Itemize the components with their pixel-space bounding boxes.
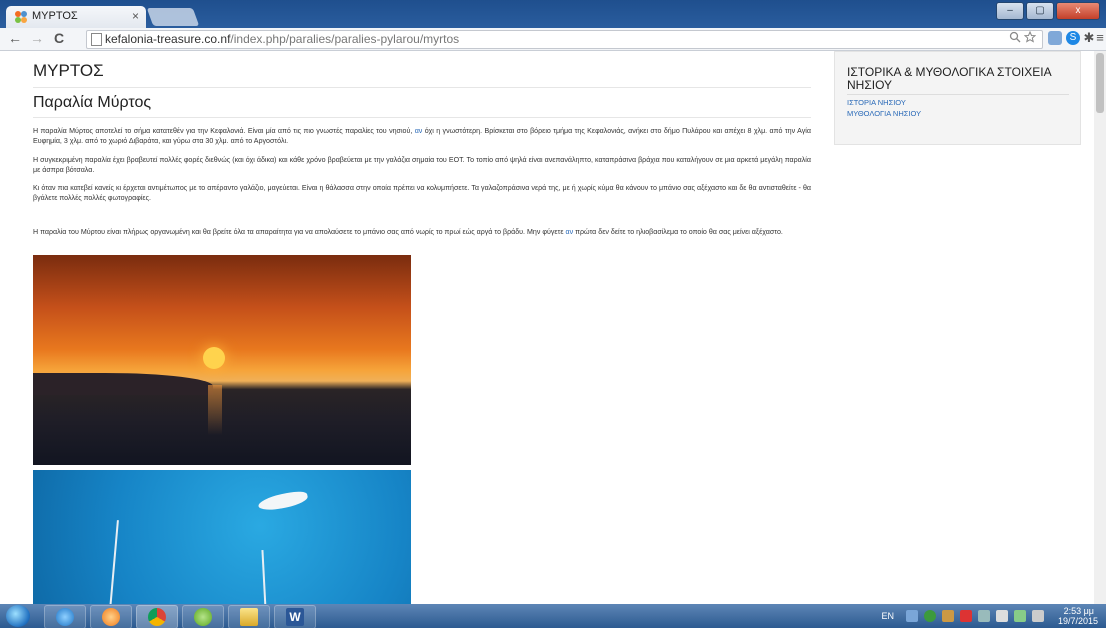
- clock-date[interactable]: 19/7/2015: [1058, 616, 1098, 626]
- maximize-button[interactable]: ▢: [1026, 2, 1054, 20]
- paragraph-2: Η συγκεκριμένη παραλία έχει βραβευτεί πο…: [33, 156, 811, 174]
- sidebar-link-history[interactable]: ΙΣΤΟΡΙΑ ΝΗΣΙΟΥ: [847, 98, 906, 107]
- new-tab-button[interactable]: [146, 8, 200, 26]
- volume-icon[interactable]: [1032, 610, 1044, 622]
- tab-title: ΜΥΡΤΟΣ: [32, 10, 78, 22]
- sun-reflection: [208, 385, 222, 435]
- sidebar-link-mythology[interactable]: ΜΥΘΟΛΟΓΙΑ ΝΗΣΙΟΥ: [847, 109, 921, 118]
- system-tray: [906, 610, 1046, 622]
- window-titlebar: ΜΥΡΤΟΣ × – ▢ x: [0, 0, 1106, 28]
- extension-puzzle-icon[interactable]: ✱: [1082, 31, 1096, 45]
- clock-time[interactable]: 2:53 μμ: [1064, 606, 1094, 616]
- menu-icon[interactable]: ≡: [1096, 31, 1104, 45]
- sidebar-module: ΙΣΤΟΡΙΚΑ & ΜΥΘΟΛΟΓΙΚΑ ΣΤΟΙΧΕΙΑ ΝΗΣΙΟΥ ΙΣ…: [834, 51, 1081, 145]
- browser-tab[interactable]: ΜΥΡΤΟΣ ×: [6, 6, 146, 28]
- bluetooth-icon[interactable]: [978, 610, 990, 622]
- forward-button[interactable]: →: [30, 30, 44, 46]
- skype-icon[interactable]: S: [1066, 31, 1080, 45]
- browser-toolbar: ← → C kefalonia-treasure.co.nf/index.php…: [0, 28, 1106, 51]
- taskbar-ie[interactable]: [44, 605, 86, 629]
- sidebar-title: ΙΣΤΟΡΙΚΑ & ΜΥΘΟΛΟΓΙΚΑ ΣΤΟΙΧΕΙΑ ΝΗΣΙΟΥ: [847, 65, 1051, 92]
- back-button[interactable]: ←: [8, 30, 22, 46]
- hill-silhouette: [33, 373, 213, 395]
- page-viewport: ΜΥΡΤΟΣ Παραλία Μύρτος Η παραλία Μύρτος α…: [0, 51, 1106, 604]
- window-controls: – ▢ x: [996, 2, 1100, 20]
- ie-icon: [56, 608, 74, 626]
- tab-close-icon[interactable]: ×: [132, 9, 139, 23]
- taskbar-word[interactable]: W: [274, 605, 316, 629]
- paragraph-3: Κι όταν πια κατεβεί κανείς κι έρχεται αν…: [33, 184, 811, 202]
- mast: [109, 520, 119, 604]
- sailboats-photo: [33, 470, 411, 604]
- taskbar-chrome[interactable]: [136, 605, 178, 629]
- taskbar-media-player[interactable]: [90, 605, 132, 629]
- divider: [33, 87, 811, 88]
- language-indicator[interactable]: EN: [881, 611, 894, 621]
- word-icon: W: [286, 608, 304, 626]
- network-icon[interactable]: [1014, 610, 1026, 622]
- joomla-favicon-icon: [15, 11, 27, 23]
- divider: [847, 94, 1069, 95]
- divider: [33, 117, 811, 118]
- page-icon: [91, 33, 102, 46]
- reload-button[interactable]: C: [54, 30, 64, 46]
- paragraph-4: Η παραλία του Μύρτου είναι πλήρως οργανω…: [33, 228, 783, 236]
- address-bar[interactable]: kefalonia-treasure.co.nf/index.php/paral…: [86, 30, 1043, 49]
- extension-icon-1[interactable]: [1048, 31, 1062, 45]
- sun: [203, 347, 225, 369]
- sailboat: [257, 488, 309, 514]
- taskbar-utorrent[interactable]: [182, 605, 224, 629]
- article-title: Παραλία Μύρτος: [33, 94, 152, 111]
- scrollbar[interactable]: [1094, 51, 1106, 604]
- media-player-icon: [102, 608, 120, 626]
- flag-icon[interactable]: [996, 610, 1008, 622]
- windows-taskbar: W EN 2:53 μμ 19/7/2015: [0, 604, 1106, 629]
- sunset-photo: [33, 255, 411, 465]
- start-button[interactable]: [6, 605, 30, 627]
- inline-link[interactable]: αν: [565, 228, 573, 236]
- zoom-star-icons[interactable]: [1009, 30, 1037, 46]
- paragraph-1: Η παραλία Μύρτος αποτελεί το σήμα κατατε…: [33, 127, 811, 145]
- minimize-button[interactable]: –: [996, 2, 1024, 20]
- page-title: ΜΥΡΤΟΣ: [33, 61, 104, 80]
- tray-icon[interactable]: [924, 610, 936, 622]
- close-window-button[interactable]: x: [1056, 2, 1100, 20]
- search-icon: [1009, 31, 1021, 43]
- url-text: kefalonia-treasure.co.nf/index.php/paral…: [105, 32, 460, 46]
- scrollbar-thumb[interactable]: [1096, 53, 1104, 113]
- chrome-icon: [148, 608, 166, 626]
- tray-icon[interactable]: [942, 610, 954, 622]
- tray-icon[interactable]: [906, 610, 918, 622]
- tray-icon[interactable]: [960, 610, 972, 622]
- mast: [261, 549, 267, 604]
- bookmark-star-icon: [1023, 30, 1037, 43]
- folder-icon: [240, 608, 258, 626]
- taskbar-explorer[interactable]: [228, 605, 270, 629]
- utorrent-icon: [194, 608, 212, 626]
